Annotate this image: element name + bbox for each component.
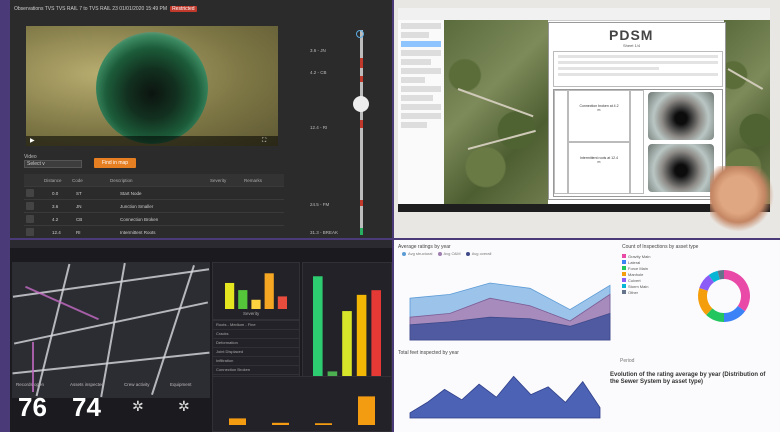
area-series [409,375,601,419]
icon-card: Crew activity ✲ [124,382,150,414]
pipe-photo [648,92,714,140]
bar-mark [313,276,323,383]
analytics-report: Average ratings by year Avg structural A… [394,240,780,432]
bar-mark [251,299,261,309]
axis-label: 3.6 - JN [310,48,326,53]
area-chart-legend: Avg structural Avg O&M Avg overall [398,251,491,256]
axis-label: 24.5 - FM [310,202,330,207]
observation-note: Intermittent roots at 12.4 m [580,156,618,164]
bar-mark [229,418,246,425]
video-select[interactable]: Select v [24,160,82,168]
observation-grid: Connection broken at 4.2 m Intermittent … [553,89,723,197]
bar-mark [358,396,375,425]
end-marker [360,228,363,235]
defect-marker[interactable] [360,58,363,68]
donut-slice [724,270,750,312]
table-row[interactable]: 12.4 RI Intermittent Roots [24,226,284,238]
observation-note: Connection broken at 4.2 m [579,104,619,112]
inspection-report-document: PDSM Sheet 1/4 Connection broken at 4.2 … [548,22,726,200]
stat-value: 76 [18,392,47,422]
position-handle[interactable] [353,96,369,112]
play-icon[interactable]: ▶ [30,138,36,144]
table-row[interactable]: 0.0 ST Start Node [24,187,284,200]
presenter-hand [710,166,780,238]
stat-value: 74 [72,392,101,422]
bar-mark [342,311,352,383]
list-item[interactable]: Infiltration [213,357,299,366]
bar-mark [277,296,287,309]
severity-chart-svg [225,273,287,309]
pipe-photo [648,144,714,192]
satellite-map[interactable] [444,20,548,204]
bar-mark [264,273,274,309]
table-row[interactable]: 3.6 JN Junction Smaller [24,200,284,213]
report-info-block [553,51,723,87]
inspection-viewer: Observations TVS TVS RAIL 7 to TVS RAIL … [10,0,392,238]
axis-label: 12.4 - RI [310,125,328,130]
pipe-video[interactable]: ▶ ⛶ [26,26,278,146]
bar-mark [238,290,248,309]
asset-type-donut-chart [698,270,750,322]
bar-mark [371,290,381,383]
stat-card: Assets inspected 74 [70,382,105,422]
defect-marker[interactable] [360,200,363,206]
layer-panel[interactable] [398,20,445,204]
list-item[interactable]: Roots - Medium - Fine [213,321,299,330]
sheet-label: Sheet 1/4 [623,43,641,48]
area-chart-title: Average ratings by year [398,244,451,250]
list-item[interactable]: Deformation [213,339,299,348]
icon-card: Equipment ✲ [170,382,192,414]
volume-chart-svg [229,396,375,425]
defect-marker[interactable] [360,76,363,82]
priority-chart-svg [313,276,381,383]
axis-label: 4.2 - CB [310,70,327,75]
inspection-header: Observations TVS TVS RAIL 7 to TVS RAIL … [14,6,197,12]
find-in-map-button[interactable]: Find in map [94,158,136,168]
network-icon: ✲ [132,398,144,414]
axis-start-marker [356,30,364,38]
bar-mark [315,423,332,425]
bottom-chart-title: Total feet inspected by year [398,350,459,356]
donut-legend: Gravity Main Lateral Force Main Manhole … [622,254,650,296]
filter-label[interactable]: Period [620,358,634,364]
bar-mark [272,422,289,425]
severity-bar-chart: Severity [212,262,300,320]
dashboard-title-bar [10,240,392,248]
volume-bar-chart [212,376,392,432]
average-rating-area-chart [409,282,611,341]
list-item[interactable]: Connection Broken [213,366,299,375]
table-row[interactable]: 4.2 CB Connection Broken [24,213,284,226]
pdsm-logo: PDSM [609,27,654,43]
video-controls: ▶ ⛶ [26,136,278,146]
pipe-interior-image [96,32,208,144]
list-item[interactable]: Joint Displaced [213,348,299,357]
donut-chart-title: Count of Inspections by asset type [622,244,699,250]
list-item[interactable]: Cracks [213,330,299,339]
table-header: Distance Code Description Severity Remar… [24,174,284,187]
status-badge: Restricted [170,6,197,12]
bar-mark [225,282,235,309]
defect-marker[interactable] [360,120,363,128]
dark-dashboard: Records open 76 Assets inspected 74 Crew… [10,240,392,432]
axis-label: 31.3 - BREAK [310,230,339,235]
observation-table: Distance Code Description Severity Remar… [24,174,284,238]
summary-heading: Evolution of the rating average by year … [610,372,766,385]
pdsm-report-photo: PDSM Sheet 1/4 Connection broken at 4.2 … [394,0,780,238]
feet-inspected-area-chart [409,375,601,419]
network-icon: ✲ [178,398,190,414]
fullscreen-icon[interactable]: ⛶ [262,138,268,144]
stat-card: Records open 76 [16,382,47,422]
bar-mark [356,294,367,383]
